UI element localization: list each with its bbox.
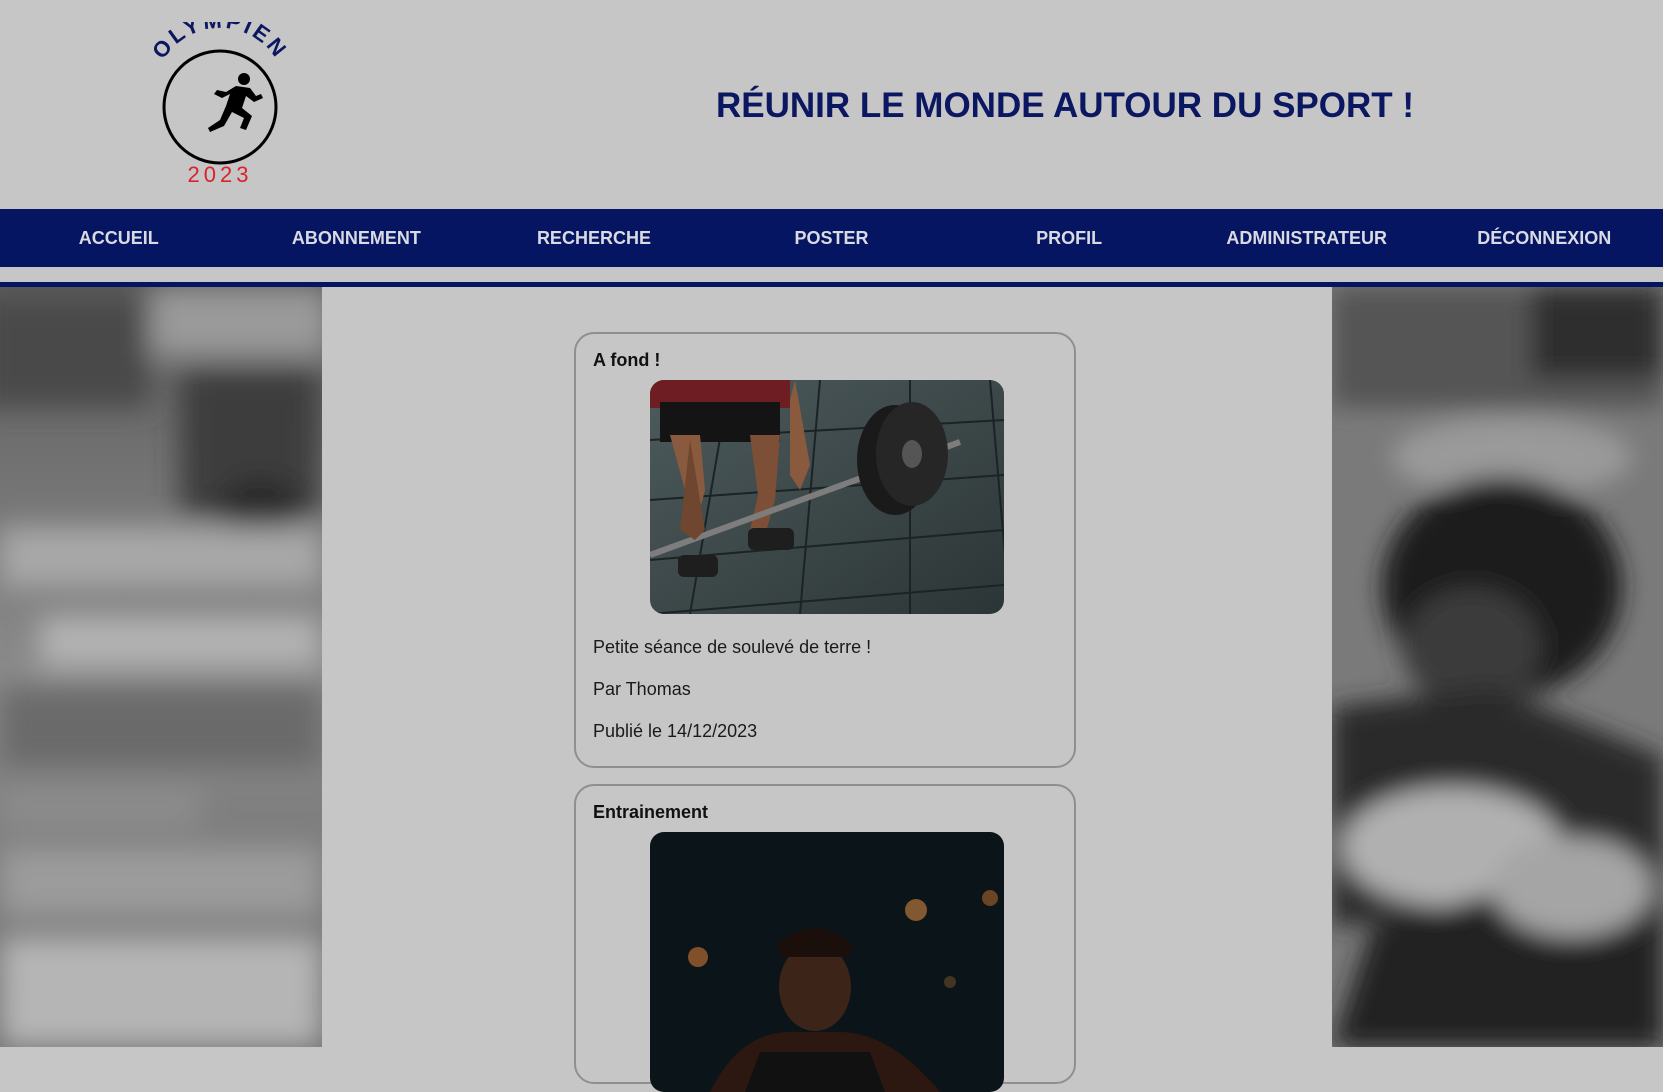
olympien-logo-icon: OLYMPIEN 2023 [147, 7, 293, 187]
nav-item-abonnement[interactable]: ABONNEMENT [238, 228, 476, 249]
background-photo-right [1332, 287, 1663, 1047]
site-logo[interactable]: OLYMPIEN 2023 [140, 7, 300, 188]
post-image-athlete[interactable] [650, 832, 1004, 1092]
main-nav: ACCUEIL ABONNEMENT RECHERCHE POSTER PROF… [0, 209, 1663, 267]
post-date: Publié le 14/12/2023 [593, 721, 758, 741]
site-header: OLYMPIEN 2023 RÉUNIR LE MONDE AUTOUR DU … [0, 0, 1663, 209]
post-image-deadlift[interactable] [650, 380, 1004, 614]
post-description: Petite séance de soulevé de terre ! [593, 637, 872, 657]
site-tagline: RÉUNIR LE MONDE AUTOUR DU SPORT ! [715, 86, 1415, 125]
nav-item-poster[interactable]: POSTER [713, 228, 951, 249]
post-card: A fond ! Petite séance de soulevé de ter… [574, 332, 1076, 768]
svg-text:OLYMPIEN: OLYMPIEN [147, 22, 293, 63]
nav-item-administrateur[interactable]: ADMINISTRATEUR [1188, 228, 1426, 249]
nav-item-accueil[interactable]: ACCUEIL [0, 228, 238, 249]
nav-item-profil[interactable]: PROFIL [950, 228, 1188, 249]
post-title: A fond ! [593, 350, 661, 370]
logo-arc-text: OLYMPIEN [147, 7, 290, 63]
logo-year: 2023 [188, 162, 253, 187]
nav-item-deconnexion[interactable]: DÉCONNEXION [1425, 228, 1663, 249]
post-title: Entrainement [593, 802, 709, 822]
background-photo-left [0, 287, 322, 1047]
posts-feed: A fond ! Petite séance de soulevé de ter… [322, 287, 1332, 1092]
post-author: Par Thomas [593, 679, 691, 699]
post-card: Entrainement [574, 784, 1076, 1092]
nav-item-recherche[interactable]: RECHERCHE [475, 228, 713, 249]
runner-icon [208, 73, 263, 132]
